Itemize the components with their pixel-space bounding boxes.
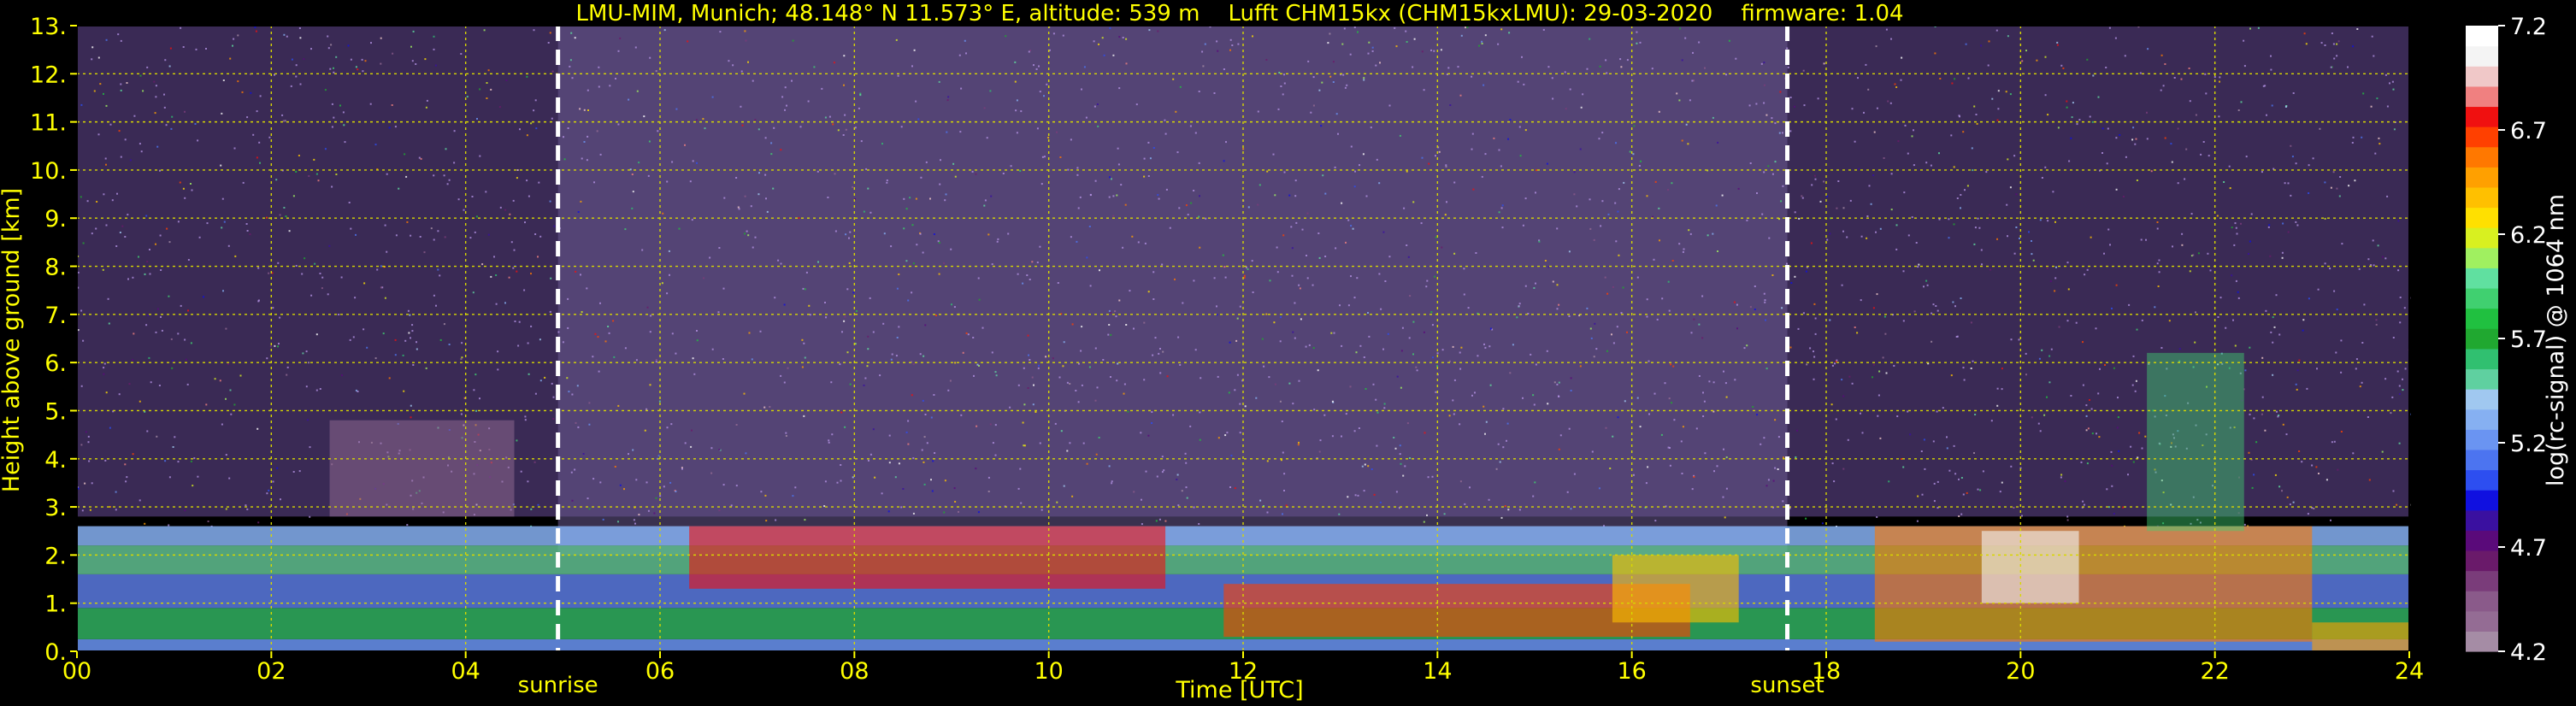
aerosol-layer [2312, 622, 2409, 651]
sunrise-label: sunrise [518, 673, 598, 698]
y-tick-label: 3. [44, 495, 67, 521]
x-tick-label: 10 [1034, 658, 1063, 685]
colorbar-step [2466, 429, 2498, 450]
colorbar-tick-label: 6.7 [2510, 118, 2547, 144]
x-tick-label: 04 [451, 658, 480, 685]
colorbar-step [2466, 610, 2498, 632]
x-tick-label: 18 [1812, 658, 1841, 685]
y-tick-label: 6. [44, 350, 67, 377]
colorbar-step [2466, 509, 2498, 531]
y-tick-label: 0. [44, 639, 67, 666]
colorbar-step [2466, 247, 2498, 268]
y-tick-label: 13. [30, 14, 67, 40]
aerosol-layer [689, 526, 1166, 589]
x-tick-label: 02 [256, 658, 286, 685]
colorbar-step [2466, 570, 2498, 591]
y-tick-label: 7. [44, 303, 67, 329]
x-tick-label: 08 [840, 658, 869, 685]
y-tick-label: 4. [44, 447, 67, 474]
colorbar-tick-label: 6.2 [2510, 222, 2547, 249]
colorbar-label: log(rc-signal) @ 1064 nm [2543, 194, 2569, 486]
x-tick-label: 16 [1617, 658, 1646, 685]
y-tick-label: 12. [30, 62, 67, 88]
convective-cloud [2147, 352, 2244, 532]
colorbar-step [2466, 348, 2498, 370]
y-tick-label: 8. [44, 255, 67, 281]
colorbar-step [2466, 146, 2498, 168]
colorbar-step [2466, 591, 2498, 612]
aerosol-layer [1874, 526, 2313, 642]
colorbar-step [2466, 389, 2498, 410]
y-tick-label: 11. [30, 110, 67, 137]
colorbar-tick-label: 4.2 [2510, 639, 2547, 666]
colorbar-tick-label: 5.7 [2510, 327, 2547, 353]
colorbar-step [2466, 126, 2498, 148]
aerosol-layer [1981, 531, 2079, 603]
lidar-chart: sunrise sunset 00 02 04 06 08 10 12 14 16 18 20 22 24… [0, 1, 2569, 703]
colorbar-tick-label: 4.7 [2510, 535, 2547, 562]
y-axis-label: Height above ground [km] [0, 188, 25, 492]
colorbar-tick-label: 7.2 [2510, 14, 2547, 40]
x-tick-label: 20 [2006, 658, 2035, 685]
colorbar-step [2466, 328, 2498, 350]
colorbar-step [2466, 167, 2498, 188]
y-tick-label: 2. [44, 543, 67, 569]
x-tick-label: 22 [2200, 658, 2229, 685]
chart-title: LMU-MIM, Munich; 48.148° N 11.573° E, al… [575, 1, 1903, 26]
colorbar-step [2466, 66, 2498, 87]
colorbar-step [2466, 550, 2498, 572]
colorbar-step [2466, 409, 2498, 430]
colorbar-step [2466, 45, 2498, 67]
colorbar-step [2466, 449, 2498, 471]
colorbar-step [2466, 186, 2498, 209]
colorbar-step [2466, 490, 2498, 511]
x-tick-label: 14 [1423, 658, 1452, 685]
x-axis-label: Time [UTC] [1175, 677, 1303, 703]
colorbar-step [2466, 368, 2498, 390]
y-tick-label: 1. [44, 591, 67, 618]
colorbar-step [2466, 227, 2498, 249]
colorbar-step [2466, 530, 2498, 551]
colorbar-tick-label: 5.2 [2510, 431, 2547, 457]
colorbar-step [2466, 85, 2498, 108]
colorbar-step [2466, 268, 2498, 289]
colorbar-step [2466, 287, 2498, 309]
colorbar-step [2466, 308, 2498, 329]
colorbar-step [2466, 106, 2498, 127]
x-tick-label: 24 [2395, 658, 2424, 685]
daytime-noise [557, 26, 1788, 556]
colorbar: 7.2 6.7 6.2 5.7 5.2 4.7 4.2 [2466, 14, 2547, 666]
y-tick-label: 5. [44, 398, 67, 425]
residual-layer [329, 420, 515, 517]
colorbar-step [2466, 207, 2498, 228]
colorbar-step [2466, 469, 2498, 491]
x-tick-label: 06 [645, 658, 675, 685]
colorbar-step [2466, 631, 2498, 652]
colorbar-step [2466, 26, 2498, 47]
y-tick-label: 9. [44, 206, 67, 232]
y-tick-label: 10. [30, 158, 67, 185]
plot-area [77, 26, 2411, 651]
